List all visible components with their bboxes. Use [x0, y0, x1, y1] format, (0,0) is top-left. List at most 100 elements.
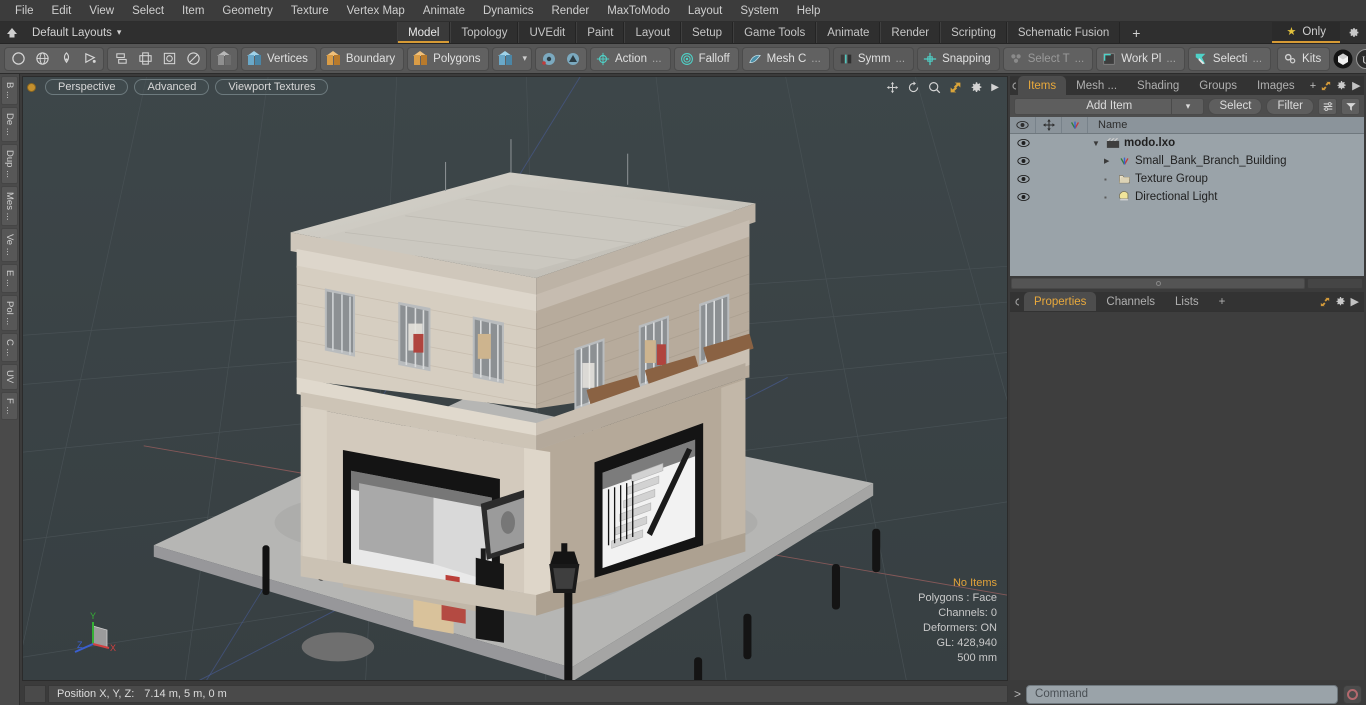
expander-icon[interactable]: ▶ [1104, 157, 1114, 165]
menu-item-geometry[interactable]: Geometry [213, 1, 282, 21]
list-item[interactable]: ▼ modo.lxo [1088, 137, 1175, 149]
vertical-tab-curve[interactable]: C ... [1, 332, 18, 363]
tab-layout[interactable]: Layout [624, 22, 681, 43]
expand-icon[interactable] [1320, 297, 1330, 307]
tab-model[interactable]: Model [397, 22, 451, 43]
action-center-button[interactable]: Action ... [590, 46, 671, 71]
frame-icon[interactable] [157, 48, 181, 70]
snap-element-icon[interactable] [561, 48, 585, 70]
list-item[interactable]: ▶ Small_Bank_Branch_Building [1088, 155, 1287, 167]
expander-icon[interactable]: ▼ [1092, 139, 1102, 148]
curve-icon[interactable] [78, 48, 102, 70]
fit-icon[interactable] [949, 81, 962, 94]
menu-item-help[interactable]: Help [788, 1, 830, 21]
row-visibility-toggle[interactable] [1010, 174, 1036, 184]
home-icon[interactable] [0, 22, 24, 43]
tab-topology[interactable]: Topology [450, 22, 519, 43]
tab-paint[interactable]: Paint [576, 22, 625, 43]
select-through-button[interactable]: Select T ... [1002, 46, 1094, 71]
row-visibility-toggle[interactable] [1010, 138, 1036, 148]
sphere-icon[interactable] [181, 48, 205, 70]
menu-item-animate[interactable]: Animate [414, 1, 474, 21]
gear-icon[interactable] [1340, 22, 1366, 43]
tab-scripting[interactable]: Scripting [940, 22, 1007, 43]
select-button[interactable]: Select [1208, 97, 1263, 115]
work-plane-button[interactable]: Work Pl ... [1096, 46, 1185, 71]
tab-images[interactable]: Images [1247, 76, 1305, 95]
table-row[interactable]: ▼ modo.lxo [1010, 134, 1364, 152]
menu-item-layout[interactable]: Layout [679, 1, 732, 21]
circle-icon[interactable] [6, 48, 30, 70]
expand-icon[interactable] [1321, 81, 1331, 91]
selection-mode-vertices[interactable]: Vertices [241, 46, 317, 71]
mesh-constraint-button[interactable]: Mesh C ... [741, 46, 830, 71]
unreal-icon[interactable]: U [1356, 48, 1366, 70]
menu-item-dynamics[interactable]: Dynamics [474, 1, 542, 21]
vertical-tab-deform[interactable]: De ... [1, 106, 18, 142]
mesh-cube-icon[interactable] [212, 48, 236, 70]
arrow-right-icon[interactable]: ▶ [1352, 79, 1360, 92]
properties-panel-body[interactable] [1010, 311, 1364, 680]
tab-schematic-fusion[interactable]: Schematic Fusion [1006, 22, 1121, 43]
menu-item-maxtomodo[interactable]: MaxToModo [598, 1, 679, 21]
menu-item-edit[interactable]: Edit [43, 1, 81, 21]
vertical-tab-edge[interactable]: E ... [1, 263, 18, 293]
center-icon[interactable] [133, 48, 157, 70]
tab-shading[interactable]: Shading [1127, 76, 1189, 95]
viewport-view-mode[interactable]: Perspective [45, 79, 129, 95]
items-horizontal-scrollbar[interactable] [1010, 276, 1364, 290]
gear-icon[interactable] [1335, 296, 1346, 307]
add-item-button[interactable]: Add Item ▾ [1014, 97, 1205, 115]
align-icon[interactable] [109, 48, 133, 70]
expand-arrow-icon[interactable]: ▶ [991, 82, 999, 93]
tab-groups[interactable]: Groups [1189, 76, 1247, 95]
menu-item-system[interactable]: System [731, 1, 787, 21]
command-input[interactable]: Command [1026, 684, 1338, 704]
menu-item-vertex-map[interactable]: Vertex Map [338, 1, 414, 21]
list-item[interactable]: ▪ Texture Group [1088, 173, 1208, 185]
viewport-textures[interactable]: Viewport Textures [215, 79, 329, 95]
vertical-tab-mesh[interactable]: Mes ... [1, 185, 18, 227]
scrollbar-thumb[interactable] [1011, 277, 1305, 289]
list-options-icon[interactable] [1318, 97, 1337, 115]
pan-icon[interactable] [886, 81, 899, 94]
layout-selector[interactable]: Default Layouts ▾ [24, 22, 129, 43]
only-toggle-button[interactable]: ★ Only [1272, 22, 1340, 43]
modo-bridge-icon[interactable] [1333, 48, 1353, 70]
pen-icon[interactable] [54, 48, 78, 70]
zoom-icon[interactable] [928, 81, 941, 94]
vertical-tab-vertex[interactable]: Ve ... [1, 228, 18, 262]
gear-icon[interactable] [1336, 80, 1347, 91]
table-row[interactable]: ▶ Small_Bank_Branch_Building [1010, 152, 1364, 170]
tab-items[interactable]: Items [1018, 76, 1067, 95]
tab-game-tools[interactable]: Game Tools [733, 22, 817, 43]
globe-icon[interactable] [30, 48, 54, 70]
add-properties-tab-button[interactable]: + [1209, 292, 1236, 311]
tab-channels[interactable]: Channels [1096, 292, 1165, 311]
vertical-tab-basic[interactable]: B ... [1, 76, 18, 105]
tab-setup[interactable]: Setup [681, 22, 734, 43]
menu-item-item[interactable]: Item [173, 1, 213, 21]
status-bar-grip[interactable] [24, 685, 46, 703]
tab-lists[interactable]: Lists [1165, 292, 1209, 311]
tab-properties[interactable]: Properties [1024, 292, 1097, 311]
table-row[interactable]: ▪ Texture Group [1010, 170, 1364, 188]
tab-render[interactable]: Render [880, 22, 941, 43]
selection-mode-boundary[interactable]: Boundary [319, 46, 405, 71]
record-icon[interactable] [1343, 684, 1362, 704]
menu-item-select[interactable]: Select [123, 1, 173, 21]
scrollbar-track-end[interactable] [1307, 277, 1363, 289]
table-row[interactable]: ▪ Directional Light [1010, 188, 1364, 206]
selection-mode-polygons[interactable]: Polygons [407, 46, 490, 71]
snapping-button[interactable]: Snapping [917, 46, 1000, 71]
menu-item-texture[interactable]: Texture [282, 1, 338, 21]
funnel-icon[interactable] [1341, 97, 1360, 115]
viewport-shading[interactable]: Advanced [134, 79, 210, 95]
add-item-caret[interactable]: ▾ [1171, 97, 1203, 115]
pane-corner-icon[interactable] [1010, 292, 1024, 311]
falloff-button[interactable]: Falloff [673, 46, 739, 71]
item-mode-dropdown[interactable]: ▾ [492, 46, 532, 71]
filter-button[interactable]: Filter [1266, 97, 1314, 115]
arrow-right-icon[interactable]: ▶ [1351, 295, 1359, 308]
selection-set-button[interactable]: Selecti ... [1187, 46, 1272, 71]
